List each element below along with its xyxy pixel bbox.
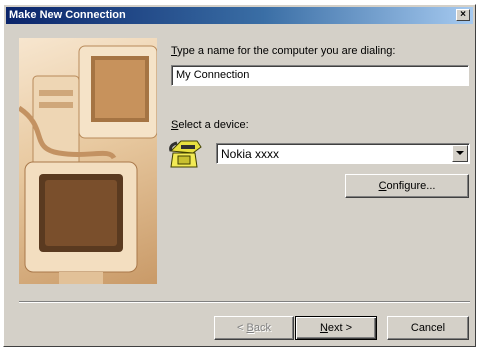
name-label: Type a name for the computer you are dia… <box>171 45 396 57</box>
make-new-connection-dialog: Make New Connection × Type a name for th… <box>3 4 476 347</box>
device-select[interactable]: Nokia xxxx <box>216 143 470 164</box>
cancel-button[interactable]: Cancel <box>387 316 469 340</box>
close-icon: × <box>460 9 466 20</box>
button-separator <box>19 301 470 303</box>
device-selected-value: Nokia xxxx <box>221 147 280 161</box>
modem-phone-icon <box>167 137 203 171</box>
close-button[interactable]: × <box>456 9 470 21</box>
next-button[interactable]: Next > <box>295 316 377 340</box>
back-button[interactable]: < Back <box>214 316 294 340</box>
connection-name-input[interactable]: My Connection <box>171 65 469 86</box>
configure-button[interactable]: Configure... <box>345 174 469 198</box>
device-label: Select a device: <box>171 119 249 131</box>
window-title: Make New Connection <box>9 9 126 21</box>
title-bar[interactable]: Make New Connection × <box>6 7 473 24</box>
dropdown-button[interactable] <box>452 145 468 162</box>
computer-illustration <box>19 38 157 284</box>
chevron-down-icon <box>456 151 464 155</box>
connection-name-value: My Connection <box>176 69 250 81</box>
